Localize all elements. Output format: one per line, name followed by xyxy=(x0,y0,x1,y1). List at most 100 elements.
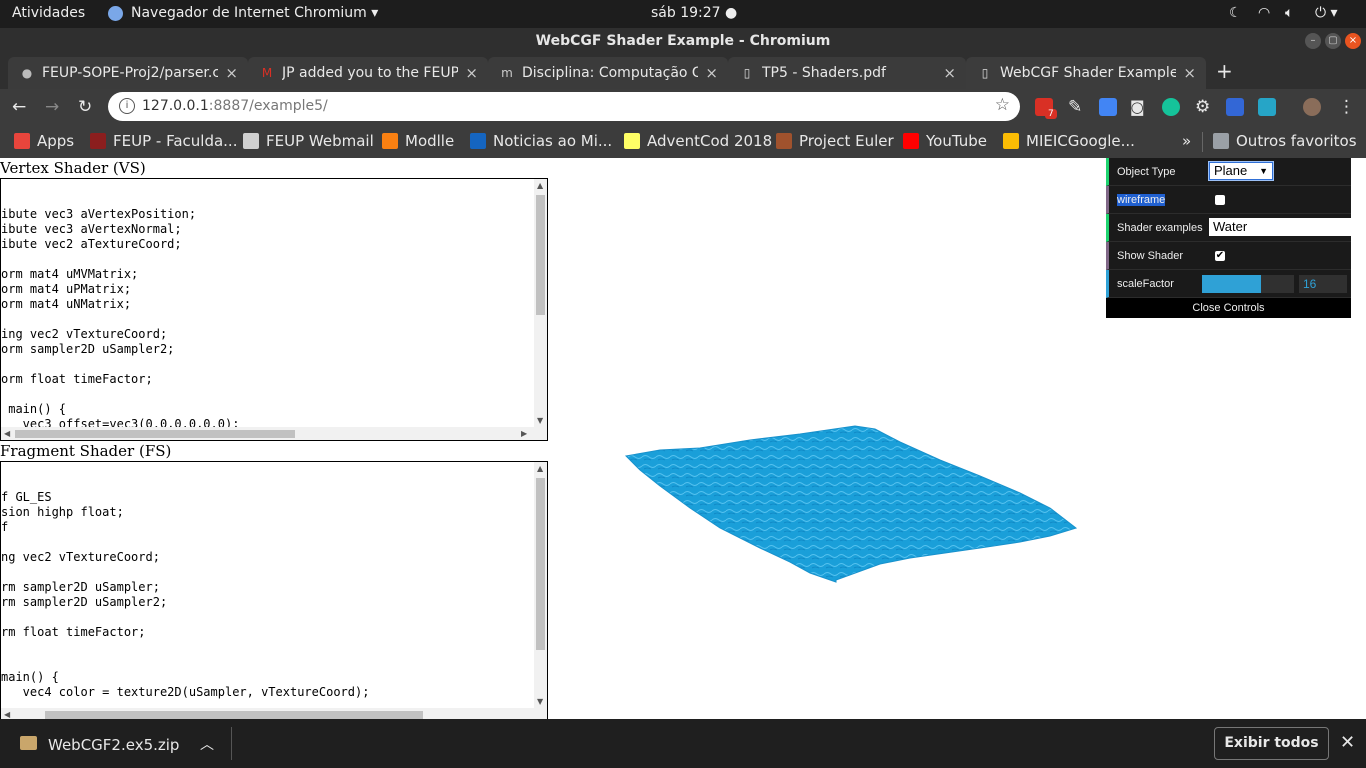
slider-fill xyxy=(1202,275,1261,293)
back-button[interactable]: ← xyxy=(12,97,26,117)
scroll-up-icon[interactable]: ▲ xyxy=(537,464,543,473)
tab-pdf[interactable]: ▯ TP5 - Shaders.pdf × xyxy=(728,57,966,89)
bookmark-item[interactable]: Modlle xyxy=(382,132,454,150)
scale-factor-row: scaleFactor 16 xyxy=(1106,270,1351,298)
tab-webcgf[interactable]: ▯ WebCGF Shader Example × xyxy=(966,57,1206,89)
url-host: 127.0.0.1 xyxy=(142,98,209,114)
new-tab-button[interactable]: + xyxy=(1216,61,1233,81)
info-icon[interactable]: i xyxy=(119,98,135,114)
minimize-button[interactable]: – xyxy=(1305,33,1321,49)
screen-extension-icon[interactable] xyxy=(1258,98,1276,116)
fragment-shader-editor[interactable]: f GL_ES sion highp float; f ng vec2 vTex… xyxy=(0,461,548,720)
gmail-icon: M xyxy=(261,66,273,80)
scroll-right-icon[interactable]: ▶ xyxy=(521,429,527,438)
activities-button[interactable]: Atividades xyxy=(12,5,85,21)
close-tab-icon[interactable]: × xyxy=(465,64,478,82)
bookmark-item[interactable]: Noticias ao Mi... xyxy=(470,132,612,150)
tab-gmail[interactable]: M JP added you to the FEUP × xyxy=(248,57,488,89)
night-light-icon: ☾ xyxy=(1229,5,1242,21)
bookmark-extension-icon[interactable] xyxy=(1226,98,1244,116)
scroll-down-icon[interactable]: ▼ xyxy=(537,416,543,425)
scrollbar-thumb[interactable] xyxy=(45,711,423,719)
wireframe-checkbox[interactable] xyxy=(1215,195,1225,205)
power-menu[interactable]: ⏻ ▾ xyxy=(1315,5,1338,21)
close-tab-icon[interactable]: × xyxy=(225,64,238,82)
scrollbar-thumb[interactable] xyxy=(15,430,295,438)
dropdown-arrow-icon: ▼ xyxy=(1259,166,1268,176)
caret-down-icon: ▾ xyxy=(1330,5,1338,21)
address-bar[interactable]: i 127.0.0.1:8887/example5/ ☆ xyxy=(108,92,1020,121)
bookmark-item[interactable]: Project Euler xyxy=(776,132,894,150)
chevron-up-icon[interactable]: ︿ xyxy=(200,734,214,754)
window-title: WebCGF Shader Example - Chromium xyxy=(535,33,831,49)
moodle-icon: m xyxy=(501,66,513,80)
tab-moodle[interactable]: m Disciplina: Computação G × xyxy=(488,57,728,89)
bookmark-item[interactable]: FEUP - Faculda... xyxy=(90,132,237,150)
horizontal-scrollbar[interactable]: ◀ ▶ xyxy=(1,427,547,440)
volume-icon: 🔈︎ xyxy=(1285,5,1294,21)
bookmarks-bar: Apps FEUP - Faculda... FEUP Webmail Modlle N… xyxy=(0,125,1366,158)
grammarly-extension-icon[interactable] xyxy=(1162,98,1180,116)
download-filename[interactable]: WebCGF2.ex5.zip xyxy=(48,736,179,754)
bookmark-item[interactable]: Apps xyxy=(14,132,74,150)
bookmark-item[interactable]: AdventCod 2018 xyxy=(624,132,772,150)
close-tab-icon[interactable]: × xyxy=(1183,64,1196,82)
scrollbar-thumb[interactable] xyxy=(536,478,545,650)
avatar[interactable] xyxy=(1303,98,1321,116)
close-controls-button[interactable]: Close Controls xyxy=(1106,298,1351,318)
clock[interactable]: sáb 19:27 ● xyxy=(651,5,737,21)
divider xyxy=(231,727,232,760)
close-window-button[interactable]: × xyxy=(1345,33,1361,49)
bookmarks-overflow-button[interactable]: » xyxy=(1182,132,1191,150)
scroll-up-icon[interactable]: ▲ xyxy=(537,181,543,190)
close-download-bar-icon[interactable]: ✕ xyxy=(1340,732,1355,753)
clock-icon xyxy=(470,133,486,149)
maximize-button[interactable]: ▢ xyxy=(1325,33,1341,49)
scale-factor-input[interactable]: 16 xyxy=(1299,275,1347,293)
tab-github[interactable]: ● FEUP-SOPE-Proj2/parser.c × xyxy=(8,57,248,89)
pen-extension-icon[interactable]: ✎ xyxy=(1068,97,1082,117)
scroll-left-icon[interactable]: ◀ xyxy=(4,710,10,719)
url-path: :8887/example5/ xyxy=(208,98,328,114)
gear-extension-icon[interactable]: ⚙ xyxy=(1195,97,1210,117)
fragment-shader-code: f GL_ES sion highp float; f ng vec2 vTex… xyxy=(1,490,492,720)
water-plane xyxy=(624,425,1078,583)
show-shader-checkbox[interactable]: ✔ xyxy=(1215,251,1225,261)
bookmark-star-icon[interactable]: ☆ xyxy=(995,95,1010,115)
bookmark-item[interactable]: YouTube xyxy=(903,132,987,150)
shader-examples-select[interactable]: Water xyxy=(1209,218,1355,236)
object-type-select[interactable]: Plane ▼ xyxy=(1208,161,1274,181)
vertical-scrollbar[interactable]: ▲ ▼ xyxy=(534,462,547,708)
other-bookmarks-folder[interactable]: Outros favoritos xyxy=(1213,132,1357,150)
app-menu[interactable]: Navegador de Internet Chromium ▾ xyxy=(131,5,378,21)
other-bookmarks-label: Outros favoritos xyxy=(1236,132,1357,150)
cast-extension-icon[interactable] xyxy=(1099,98,1117,116)
vertex-shader-editor[interactable]: ibute vec3 aVertexPosition; ibute vec3 a… xyxy=(0,178,548,441)
vertical-scrollbar[interactable]: ▲ ▼ xyxy=(534,179,547,427)
scroll-left-icon[interactable]: ◀ xyxy=(4,429,10,438)
tab-label: FEUP-SOPE-Proj2/parser.c xyxy=(42,65,218,81)
checkmark-icon: ✔ xyxy=(1215,250,1225,261)
star-icon xyxy=(624,133,640,149)
bookmark-item[interactable]: FEUP Webmail xyxy=(243,132,374,150)
close-tab-icon[interactable]: × xyxy=(943,64,956,82)
camera-extension-icon[interactable]: ◙ xyxy=(1130,97,1145,117)
forward-button[interactable]: → xyxy=(45,97,59,117)
scale-factor-slider[interactable] xyxy=(1202,275,1294,293)
bookmark-item[interactable]: MIEICGoogle... xyxy=(1003,132,1135,150)
tab-label: TP5 - Shaders.pdf xyxy=(762,65,886,81)
url-text: 127.0.0.1:8887/example5/ xyxy=(142,98,328,114)
bookmark-label: Project Euler xyxy=(799,132,894,150)
webgl-canvas-scene[interactable] xyxy=(600,398,1100,598)
show-all-downloads-button[interactable]: Exibir todos xyxy=(1214,727,1329,760)
document-icon: ▯ xyxy=(743,66,751,80)
close-tab-icon[interactable]: × xyxy=(705,64,718,82)
menu-kebab-icon[interactable]: ⋮ xyxy=(1338,97,1355,117)
scroll-down-icon[interactable]: ▼ xyxy=(537,697,543,706)
document-icon: ▯ xyxy=(981,66,989,80)
bookmark-label: YouTube xyxy=(926,132,987,150)
system-top-bar: Atividades Navegador de Internet Chromiu… xyxy=(0,0,1366,28)
scrollbar-thumb[interactable] xyxy=(536,195,545,315)
reload-button[interactable]: ↻ xyxy=(78,97,92,117)
browser-toolbar: ← → ↻ i 127.0.0.1:8887/example5/ ☆ 7 ✎ ◙… xyxy=(0,89,1366,125)
